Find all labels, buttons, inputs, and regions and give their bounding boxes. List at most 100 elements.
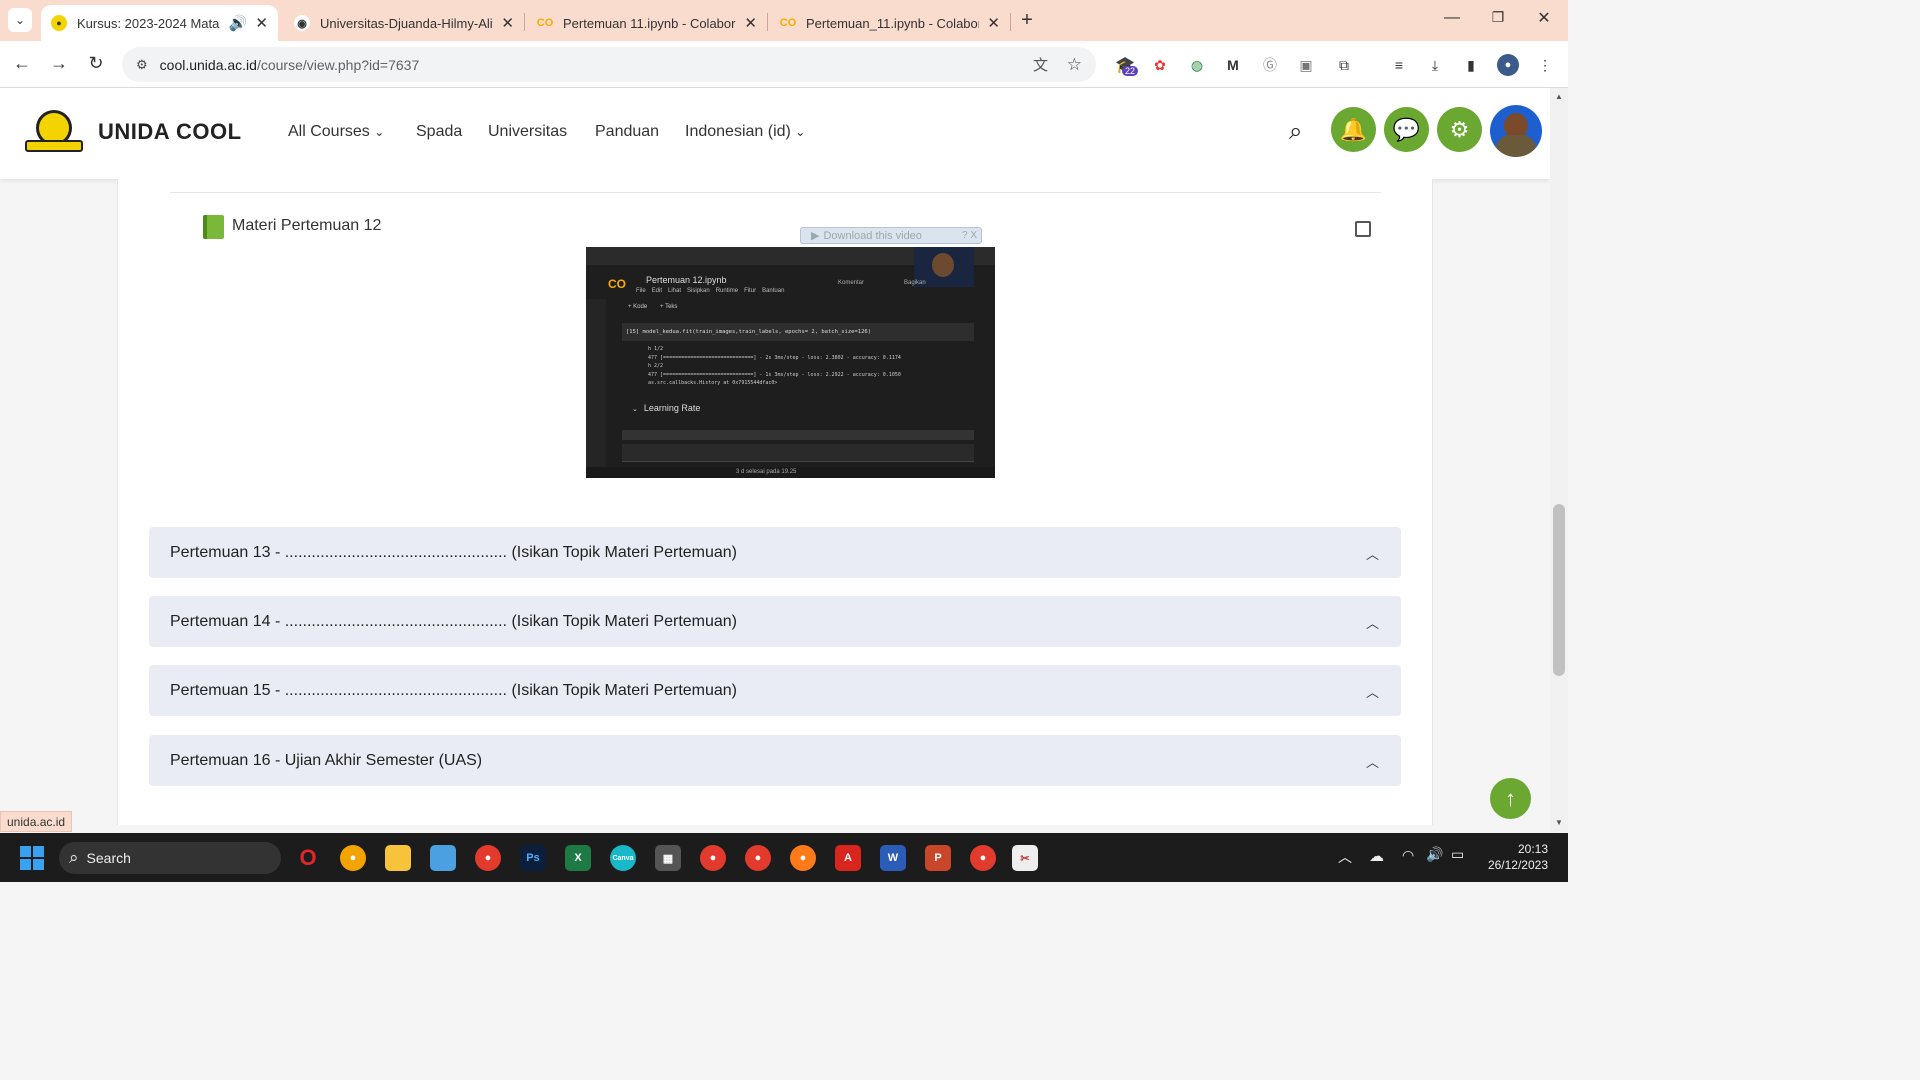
menu-kebab-icon[interactable]: ⋮ (1534, 54, 1556, 76)
chevron-up-icon[interactable]: ︿ (1366, 682, 1379, 701)
chrome-icon[interactable]: ● (475, 845, 501, 871)
m-extension-icon[interactable]: M (1222, 54, 1244, 76)
nav-language[interactable]: Indonesian (id) ⌄ (685, 123, 805, 141)
snipping-tool-icon[interactable]: ✂ (1012, 845, 1038, 871)
wifi-icon[interactable]: ◠ (1402, 847, 1414, 864)
tab-kursus[interactable]: ● Kursus: 2023-2024 Mata kul 🔊 ✕ (41, 5, 278, 41)
side-panel-icon[interactable]: ▮ (1460, 54, 1482, 76)
unida-favicon-icon: ● (51, 15, 67, 31)
close-tab-icon[interactable]: ✕ (744, 14, 757, 32)
volume-icon[interactable]: 🔊 (1426, 846, 1443, 863)
completion-checkbox[interactable] (1355, 221, 1371, 237)
battery-icon[interactable]: ▭ (1451, 846, 1464, 863)
unida-logo[interactable] (25, 110, 83, 156)
canva-icon[interactable]: Canva (610, 845, 636, 871)
windows-start-icon[interactable] (20, 846, 44, 870)
close-tab-icon[interactable]: ✕ (987, 14, 1000, 32)
new-tab-button[interactable]: + (1015, 9, 1039, 32)
page-scrollbar[interactable]: ▲ ▼ (1550, 88, 1568, 833)
screenshot-extension-icon[interactable]: ▣ (1295, 54, 1317, 76)
nav-universitas[interactable]: Universitas (488, 123, 567, 141)
minimize-icon[interactable]: — (1440, 9, 1464, 27)
restore-icon[interactable]: ❐ (1486, 9, 1510, 26)
chrome-icon[interactable]: ● (970, 845, 996, 871)
chrome-icon[interactable]: ● (700, 845, 726, 871)
file-explorer-icon[interactable] (385, 845, 411, 871)
reload-icon[interactable]: ↻ (84, 53, 108, 74)
site-info-icon[interactable]: ⚙ (136, 57, 148, 73)
video-text-editor (622, 444, 974, 462)
section-title: Pertemuan 14 - .........................… (170, 612, 738, 630)
taskbar-search-box[interactable]: ⌕ Search (59, 842, 281, 874)
forward-icon[interactable]: → (47, 53, 71, 74)
nav-panduan[interactable]: Panduan (595, 123, 659, 141)
site-header: UNIDA COOL All Courses ⌄ Spada Universit… (0, 88, 1550, 179)
settings-button[interactable]: ⚙ (1437, 107, 1482, 152)
color-picker-extension-icon[interactable]: ✿ (1149, 54, 1171, 76)
tray-overflow-chevron-icon[interactable]: ︿ (1338, 847, 1352, 867)
nav-all-courses-label: All Courses (288, 123, 370, 140)
firefox-icon[interactable]: ● (790, 845, 816, 871)
video-sidebar (586, 299, 606, 478)
messages-button[interactable]: 💬 (1384, 107, 1429, 152)
acrobat-icon[interactable]: A (835, 845, 861, 871)
activity-title[interactable]: Materi Pertemuan 12 (232, 217, 381, 235)
section-pertemuan-14[interactable]: Pertemuan 14 - .........................… (149, 596, 1401, 647)
extension-icon[interactable]: 🎓 22 (1114, 54, 1139, 76)
download-video-button[interactable]: ▶ Download this video ? X (800, 227, 982, 244)
profile-avatar-icon[interactable]: ● (1497, 54, 1519, 76)
video-comment: Komentar (838, 280, 865, 286)
extensions-puzzle-icon[interactable]: ⧉ (1333, 54, 1355, 76)
download-icon[interactable]: ⤓ (1424, 54, 1446, 76)
calculator-icon[interactable]: ▦ (655, 845, 681, 871)
notifications-button[interactable]: 🔔 (1331, 107, 1376, 152)
word-icon[interactable]: W (880, 845, 906, 871)
back-to-top-button[interactable]: ↑ (1490, 778, 1531, 819)
control-panel-icon[interactable] (430, 845, 456, 871)
speaker-icon[interactable]: 🔊 (229, 14, 248, 32)
section-pertemuan-13[interactable]: Pertemuan 13 - .........................… (149, 527, 1401, 578)
powerpoint-icon[interactable]: P (925, 845, 951, 871)
nav-all-courses[interactable]: All Courses ⌄ (288, 123, 384, 141)
tab-colab-2[interactable]: CO Pertemuan_11.ipynb - Colabora ✕ (770, 5, 1010, 41)
clock-date: 26/12/2023 (1487, 858, 1548, 872)
globe-extension-icon[interactable]: ◍ (1186, 54, 1208, 76)
nav-spada[interactable]: Spada (416, 123, 462, 141)
tab-github[interactable]: ◉ Universitas-Djuanda-Hilmy-Aliy ✕ (284, 5, 524, 41)
excel-icon[interactable]: X (565, 845, 591, 871)
g-extension-icon[interactable]: Ⓖ (1259, 54, 1281, 76)
section-pertemuan-16[interactable]: Pertemuan 16 - Ujian Akhir Semester (UAS… (149, 735, 1401, 786)
search-icon[interactable]: ⌕ (1289, 118, 1302, 146)
back-icon[interactable]: ← (10, 53, 34, 74)
onedrive-icon[interactable]: ☁ (1369, 847, 1384, 865)
scrollbar-thumb[interactable] (1553, 504, 1565, 676)
section-pertemuan-15[interactable]: Pertemuan 15 - .........................… (149, 665, 1401, 716)
media-control-icon[interactable]: ≡ (1388, 54, 1410, 76)
bookmark-star-icon[interactable]: ☆ (1067, 55, 1082, 75)
address-bar[interactable]: ⚙ cool.unida.ac.id/course/view.php?id=76… (122, 47, 1096, 82)
scroll-up-arrow-icon[interactable]: ▲ (1555, 92, 1563, 101)
translate-icon[interactable]: 文 (1033, 54, 1048, 75)
vpn-app-icon[interactable]: ● (340, 845, 366, 871)
video-notebook-title: Pertemuan 12.ipynb (646, 275, 727, 285)
user-avatar[interactable] (1490, 105, 1542, 157)
chevron-up-icon[interactable]: ︿ (1366, 613, 1379, 632)
close-window-icon[interactable]: ✕ (1532, 8, 1556, 28)
taskbar-clock[interactable]: 20:13 26/12/2023 (1476, 841, 1548, 873)
tab-search-chevron-icon[interactable]: ⌄ (8, 8, 32, 32)
tab-colab-1[interactable]: CO Pertemuan 11.ipynb - Colabora ✕ (527, 5, 767, 41)
chrome-icon[interactable]: ● (745, 845, 771, 871)
chevron-up-icon[interactable]: ︿ (1366, 752, 1379, 771)
windows-taskbar: ⌕ Search O ● ● Ps X Canva ▦ ● ● ● A W P … (0, 833, 1568, 882)
close-tab-icon[interactable]: ✕ (255, 14, 268, 32)
browser-toolbar: ← → ↻ ⚙ cool.unida.ac.id/course/view.php… (0, 41, 1568, 88)
chevron-up-icon[interactable]: ︿ (1366, 544, 1379, 563)
video-player[interactable]: CO Pertemuan 12.ipynb File Edit Lihat Sisip… (586, 247, 995, 478)
search-icon: ⌕ (69, 848, 79, 867)
scroll-down-arrow-icon[interactable]: ▼ (1555, 818, 1563, 827)
opera-icon[interactable]: O (295, 845, 321, 871)
close-tab-icon[interactable]: ✕ (501, 14, 514, 32)
site-brand[interactable]: UNIDA COOL (98, 119, 242, 145)
photoshop-icon[interactable]: Ps (520, 845, 546, 871)
help-close-icon[interactable]: ? X (962, 230, 977, 241)
